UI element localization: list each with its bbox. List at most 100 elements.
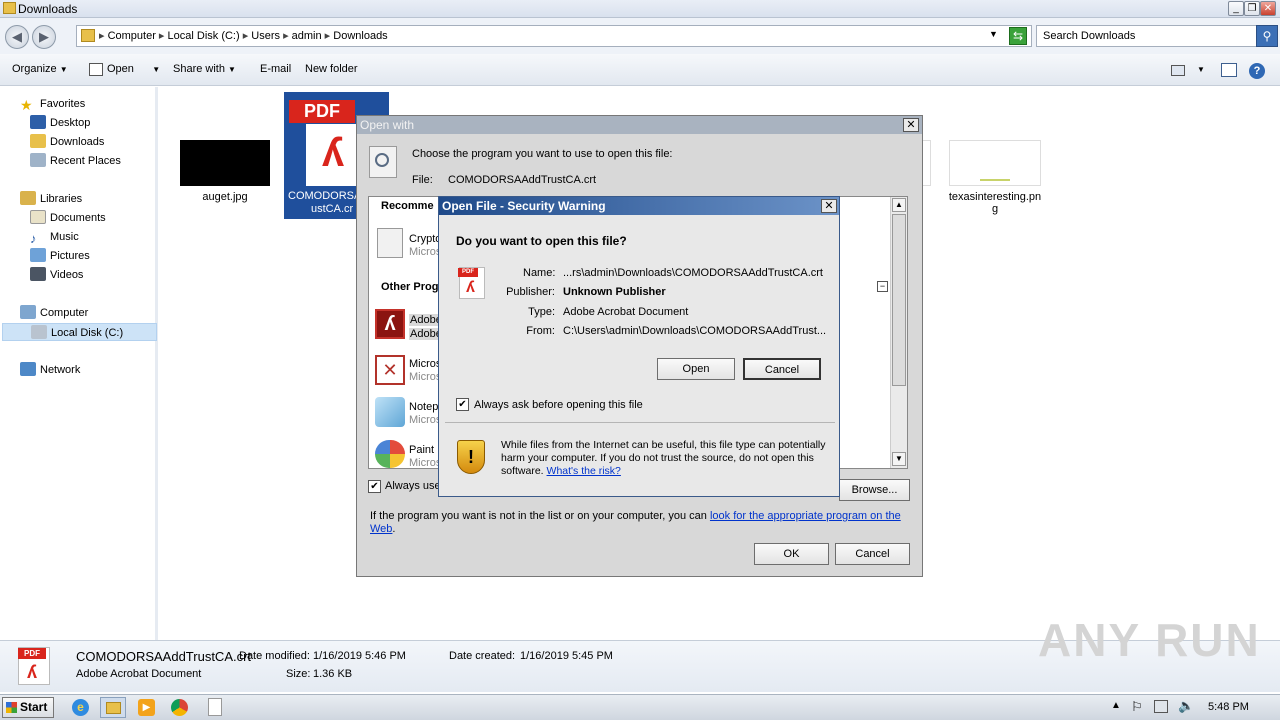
image-thumbnail	[949, 140, 1041, 186]
file-item-auget[interactable]: auget.jpg	[178, 140, 272, 203]
open-button[interactable]: Open ▼	[107, 63, 160, 75]
nav-network[interactable]: Network	[20, 361, 80, 379]
new-folder-button[interactable]: New folder	[305, 63, 358, 75]
security-warning-dialog: Open File - Security Warning ✕ Do you wa…	[438, 196, 840, 497]
email-button[interactable]: E-mail	[260, 63, 291, 75]
tray-expand-icon[interactable]: ▲	[1111, 700, 1121, 711]
breadcrumb-computer[interactable]: Computer	[108, 30, 156, 42]
view-dropdown-icon[interactable]: ▼	[1197, 65, 1205, 74]
breadcrumb-users[interactable]: Users	[251, 30, 280, 42]
desktop-icon	[30, 115, 46, 129]
browse-button[interactable]: Browse...	[839, 479, 910, 501]
ok-button[interactable]: OK	[754, 543, 829, 565]
breadcrumb-admin[interactable]: admin	[292, 30, 322, 42]
breadcrumb-downloads[interactable]: Downloads	[333, 30, 387, 42]
music-icon: ♪	[30, 231, 37, 246]
preview-pane-icon[interactable]	[1221, 63, 1237, 77]
explorer-taskbar-button[interactable]	[100, 697, 126, 718]
view-options-icon[interactable]	[1171, 65, 1185, 76]
search-input[interactable]: Search Downloads	[1036, 25, 1258, 47]
start-button[interactable]: Start	[2, 697, 54, 718]
scroll-up-icon[interactable]: ▲	[892, 198, 906, 212]
minimize-button[interactable]: _	[1228, 1, 1244, 16]
from-label: From:	[526, 325, 555, 337]
nav-network-label: Network	[40, 364, 81, 376]
details-file-type: Adobe Acrobat Document	[76, 668, 202, 680]
scroll-down-icon[interactable]: ▼	[892, 452, 906, 466]
program-name[interactable]: Crypto	[409, 233, 441, 245]
program-vendor: Micros	[409, 414, 442, 426]
nav-videos[interactable]: Videos	[30, 266, 83, 284]
image-thumbnail	[180, 140, 270, 186]
cancel-button[interactable]: Cancel	[835, 543, 910, 565]
security-cancel-button[interactable]: Cancel	[743, 358, 821, 380]
address-bar[interactable]: ▸ Computer ▸ Local Disk (C:) ▸ Users ▸ a…	[76, 25, 1032, 47]
nav-documents[interactable]: Documents	[30, 209, 106, 227]
name-value: ...rs\admin\Downloads\COMODORSAAddTrustC…	[563, 267, 823, 279]
nav-local-disk-label: Local Disk (C:)	[51, 327, 124, 339]
acrobat-icon: ʎ	[306, 124, 360, 186]
details-pane: PDF ʎ COMODORSAAddTrustCA.crt Adobe Acro…	[0, 614, 1280, 692]
nav-downloads[interactable]: Downloads	[30, 133, 104, 151]
details-modified-value: 1/16/2019 5:46 PM	[313, 650, 406, 662]
nav-favorites[interactable]: ★ Favorites	[20, 95, 85, 113]
chrome-icon[interactable]	[171, 699, 188, 716]
close-button[interactable]: ✕	[1260, 1, 1276, 16]
back-button[interactable]: ◀	[5, 25, 29, 49]
whats-the-risk-link[interactable]: What's the risk?	[547, 465, 621, 477]
publisher-value: Unknown Publisher	[563, 286, 666, 298]
security-open-button[interactable]: Open	[657, 358, 735, 380]
open-with-close-button[interactable]: ✕	[903, 118, 919, 132]
address-dropdown-icon[interactable]: ▼	[989, 29, 998, 39]
scroll-thumb[interactable]	[892, 214, 906, 386]
nav-desktop[interactable]: Desktop	[30, 114, 90, 132]
nav-music[interactable]: ♪ Music	[30, 228, 79, 246]
security-question: Do you want to open this file?	[456, 234, 627, 248]
open-with-file-value: COMODORSAAddTrustCA.crt	[448, 174, 597, 186]
command-bar: Organize ▼ Open ▼ Share with ▼ E-mail Ne…	[0, 54, 1280, 86]
collapse-icon[interactable]: −	[877, 281, 888, 292]
clock[interactable]: 5:48 PM	[1208, 701, 1249, 713]
breadcrumb-local-disk[interactable]: Local Disk (C:)	[168, 30, 240, 42]
adobe-reader-icon: ʎ	[375, 309, 405, 339]
internet-explorer-icon[interactable]: e	[72, 699, 89, 716]
action-center-flag-icon[interactable]: ⚐	[1131, 699, 1143, 715]
web-link[interactable]: Web	[370, 523, 392, 535]
nav-computer[interactable]: Computer	[20, 304, 88, 322]
details-size-label: Size:	[286, 668, 311, 680]
search-icon[interactable]: ⚲	[1256, 25, 1278, 47]
details-created-value: 1/16/2019 5:45 PM	[520, 650, 613, 662]
forward-button[interactable]: ▶	[32, 25, 56, 49]
organize-button[interactable]: Organize ▼	[12, 63, 68, 75]
security-close-button[interactable]: ✕	[821, 199, 837, 213]
nav-recent-places[interactable]: Recent Places	[30, 152, 121, 170]
file-item-texas[interactable]: texasinteresting.pn g	[945, 140, 1045, 215]
program-list-scrollbar[interactable]: ▲ ▼	[890, 197, 907, 468]
nav-libraries[interactable]: Libraries	[20, 190, 82, 208]
nav-documents-label: Documents	[50, 212, 106, 224]
network-tray-icon[interactable]	[1154, 700, 1168, 713]
share-with-button[interactable]: Share with ▼	[173, 63, 236, 75]
look-for-program-link[interactable]: look for the appropriate program on the	[710, 510, 901, 522]
always-use-checkbox[interactable]: ✔	[368, 480, 381, 493]
refresh-icon[interactable]: ⇆	[1009, 27, 1027, 45]
always-use-label: Always use	[385, 480, 441, 492]
file-name-line2: g	[991, 203, 999, 215]
network-icon	[20, 362, 36, 376]
nav-pictures[interactable]: Pictures	[30, 247, 90, 265]
nav-local-disk[interactable]: Local Disk (C:)	[2, 323, 157, 341]
security-title: Open File - Security Warning	[442, 199, 606, 213]
always-ask-checkbox[interactable]: ✔	[456, 398, 469, 411]
volume-icon[interactable]: 🔈	[1178, 698, 1194, 714]
open-with-file-label: File:	[412, 174, 433, 186]
blank-document-icon[interactable]	[208, 698, 222, 716]
recent-places-icon	[30, 153, 46, 167]
help-icon[interactable]: ?	[1249, 63, 1265, 79]
program-name[interactable]: Paint	[409, 444, 434, 456]
address-bar-area: ◀ ▶ ▸ Computer ▸ Local Disk (C:) ▸ Users…	[0, 18, 1280, 54]
media-player-icon[interactable]: ▶	[138, 699, 155, 716]
pdf-file-icon: PDF ʎ	[18, 647, 50, 685]
program-name[interactable]: Micros	[409, 358, 441, 370]
program-name[interactable]: Notep	[409, 401, 438, 413]
maximize-button[interactable]: ❐	[1244, 1, 1260, 16]
